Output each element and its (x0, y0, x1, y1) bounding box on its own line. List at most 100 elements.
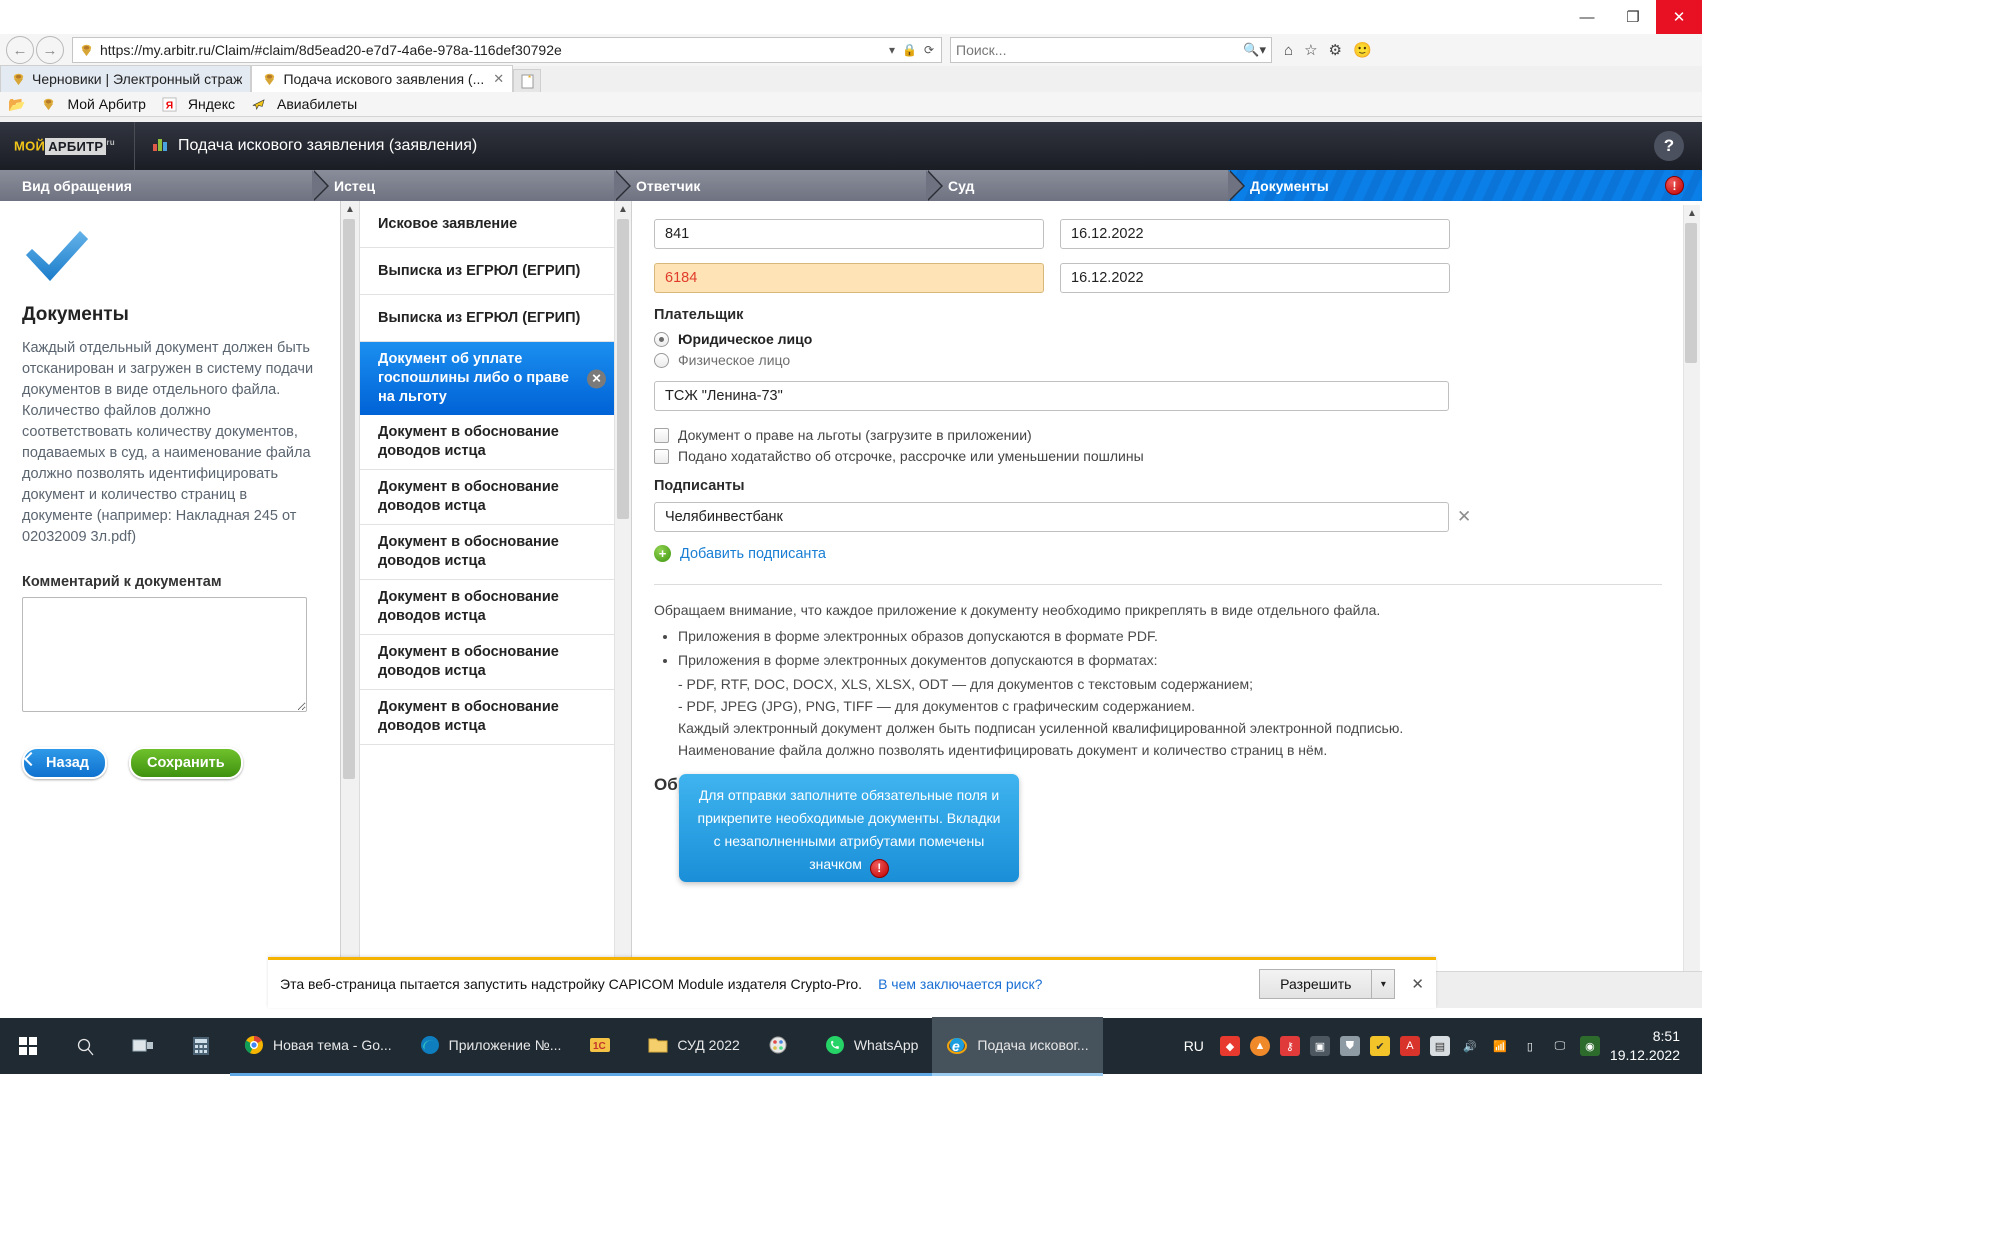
chevron-down-icon[interactable]: ▾ (889, 43, 895, 57)
scroll-up-icon[interactable]: ▲ (341, 201, 359, 217)
document-number-input[interactable]: 841 (654, 219, 1044, 249)
taskbar-calculator-icon[interactable] (172, 1036, 230, 1056)
smiley-icon[interactable]: 🙂 (1353, 41, 1372, 59)
gear-icon[interactable]: ⚙ (1329, 41, 1342, 59)
list-item[interactable]: Выписка из ЕГРЮЛ (ЕГРИП) (360, 295, 614, 342)
taskbar-item-1c[interactable]: 1C (575, 1017, 635, 1076)
form-scroll-thumb[interactable] (1685, 223, 1697, 363)
tray-app-icon-orange[interactable]: ▲ (1249, 1036, 1270, 1056)
add-signer-button[interactable]: + Добавить подписанта (654, 545, 1662, 562)
tray-check-icon[interactable]: ✔ (1369, 1036, 1390, 1056)
search-input[interactable]: Поиск... 🔍▾ (950, 37, 1272, 63)
document-label: Документ в обоснование доводов истца (378, 699, 559, 734)
favorites-star-icon[interactable]: ☆ (1304, 41, 1317, 59)
taskbar-item-edge[interactable]: Приложение №... (405, 1017, 576, 1076)
list-item[interactable]: Документ в обоснование доводов истца (360, 470, 614, 525)
address-bar[interactable]: https://my.arbitr.ru/Claim/#claim/8d5ead… (72, 37, 942, 63)
list-item[interactable]: Документ в обоснование доводов истца (360, 415, 614, 470)
comment-textarea[interactable] (22, 597, 307, 712)
step-otvetchik[interactable]: Ответчик (614, 170, 943, 201)
list-item[interactable]: Документ в обоснование доводов истца (360, 635, 614, 690)
save-button[interactable]: Сохранить (129, 747, 243, 779)
tray-app-icon-red[interactable]: ◆ (1219, 1036, 1240, 1056)
taskbar-item-folder[interactable]: СУД 2022 (634, 1017, 754, 1076)
step-dokumenty[interactable]: Документы ! (1228, 170, 1702, 201)
allow-button[interactable]: Разрешить (1259, 969, 1373, 999)
usb-icon[interactable]: ▯ (1520, 1036, 1540, 1056)
taskbar-item-label: СУД 2022 (677, 1036, 740, 1053)
help-button[interactable]: ? (1654, 131, 1684, 161)
list-item-selected[interactable]: Документ об уплате госпошлины либо о пра… (360, 342, 614, 415)
bookmark-yandex[interactable]: Я Яндекс (160, 96, 235, 112)
tray-app-icon-green[interactable]: ◉ (1579, 1036, 1600, 1056)
signer-input[interactable]: Челябинвестбанк (654, 502, 1449, 532)
close-notification-icon[interactable]: ✕ (1411, 975, 1424, 993)
tray-shield-icon[interactable]: ⛊ (1339, 1036, 1360, 1056)
taskbar-task-view-icon[interactable] (114, 1037, 172, 1055)
form-scroll-up-icon[interactable]: ▲ (1684, 205, 1700, 221)
list-item[interactable]: Выписка из ЕГРЮЛ (ЕГРИП) (360, 248, 614, 295)
list-scroll-up-icon[interactable]: ▲ (615, 201, 631, 217)
language-indicator[interactable]: RU (1184, 1038, 1204, 1054)
list-item[interactable]: Документ в обоснование доводов истца (360, 580, 614, 635)
document-date-input[interactable]: 16.12.2022 (1060, 219, 1450, 249)
bookmarks-folder-icon[interactable]: 📂 (8, 96, 25, 113)
list-item[interactable]: Документ в обоснование доводов истца (360, 525, 614, 580)
amount-date-input[interactable]: 16.12.2022 (1060, 263, 1450, 293)
amount-input[interactable]: 6184 (654, 263, 1044, 293)
checkbox-petition-icon[interactable] (654, 448, 669, 464)
allow-dropdown-icon[interactable]: ▾ (1372, 969, 1396, 999)
radio-legal-entity[interactable]: Юридическое лицо (654, 331, 1662, 347)
bookmark-moy-arbitr[interactable]: Мой Арбитр (39, 96, 146, 112)
home-icon[interactable]: ⌂ (1284, 42, 1293, 59)
taskbar-search-icon[interactable] (56, 1037, 114, 1056)
1c-icon: 1C (590, 1037, 611, 1052)
list-item[interactable]: Документ в обоснование доводов истца (360, 690, 614, 745)
add-signer-label: Добавить подписанта (680, 545, 826, 562)
taskbar-item-paint[interactable] (753, 1017, 811, 1076)
taskbar-item-chrome[interactable]: Новая тема - Go... (230, 1017, 406, 1076)
risk-info-link[interactable]: В чем заключается риск? (878, 976, 1042, 992)
network-signal-icon[interactable]: 📶 (1490, 1036, 1510, 1056)
list-scroll-thumb[interactable] (617, 219, 629, 519)
close-tab-icon[interactable]: ✕ (493, 71, 504, 87)
tray-app-icon-key[interactable]: ⚷ (1279, 1036, 1300, 1056)
list-item[interactable]: Исковое заявление (360, 201, 614, 248)
remove-document-icon[interactable]: ✕ (587, 369, 606, 388)
volume-icon[interactable]: 🔊 (1460, 1036, 1480, 1056)
display-icon[interactable]: 🖵 (1550, 1036, 1570, 1056)
list-scrollbar[interactable]: ▲ (614, 201, 631, 1008)
taskbar-item-internet-explorer[interactable]: e Подача исковог... (932, 1016, 1103, 1076)
tab-drafts[interactable]: Черновики | Электронный страж (0, 65, 252, 92)
checkbox-benefit-row[interactable]: Документ о праве на льготы (загрузите в … (654, 427, 1662, 443)
refresh-icon[interactable]: ⟳ (924, 43, 934, 57)
payer-name-input[interactable]: ТСЖ "Ленина-73" (654, 381, 1449, 411)
form-scrollbar[interactable]: ▲ ▼ (1683, 205, 1700, 1004)
tray-network-icon[interactable]: ▤ (1429, 1036, 1450, 1056)
taskbar-clock[interactable]: 8:51 19.12.2022 (1610, 1027, 1692, 1065)
outer-scrollbar[interactable]: ▲ ▼ (341, 201, 360, 1008)
tab-claim-submission[interactable]: Подача искового заявления (... ✕ (251, 65, 514, 92)
taskbar-item-whatsapp[interactable]: WhatsApp (810, 1017, 933, 1076)
search-icon[interactable]: 🔍▾ (1243, 42, 1266, 58)
minimize-button[interactable]: — (1564, 0, 1610, 34)
remove-signer-icon[interactable]: ✕ (1457, 507, 1471, 527)
forward-icon[interactable]: → (36, 36, 64, 64)
back-icon[interactable]: ← (6, 36, 34, 64)
step-istets[interactable]: Истец (312, 170, 631, 201)
close-window-button[interactable]: ✕ (1656, 0, 1702, 34)
tray-app-icon-camera[interactable]: ▣ (1309, 1036, 1330, 1056)
checkbox-benefit-icon[interactable] (654, 427, 669, 443)
outer-scroll-thumb[interactable] (343, 219, 355, 779)
step-vid-obrashcheniya[interactable]: Вид обращения (0, 170, 329, 201)
checkbox-petition-row[interactable]: Подано ходатайство об отсрочке, рассрочк… (654, 448, 1662, 464)
start-button[interactable] (0, 1036, 56, 1056)
new-tab-button[interactable]: * (513, 69, 542, 92)
app-logo[interactable]: МОЙ АРБИТР ru (0, 137, 124, 155)
back-button[interactable]: Назад (22, 747, 107, 779)
tray-acrobat-icon[interactable]: A (1399, 1036, 1420, 1056)
bookmark-aviabilety[interactable]: Авиабилеты (249, 96, 357, 112)
maximize-button[interactable]: ❐ (1610, 0, 1656, 34)
radio-individual[interactable]: Физическое лицо (654, 352, 1662, 368)
step-sud[interactable]: Суд (926, 170, 1245, 201)
